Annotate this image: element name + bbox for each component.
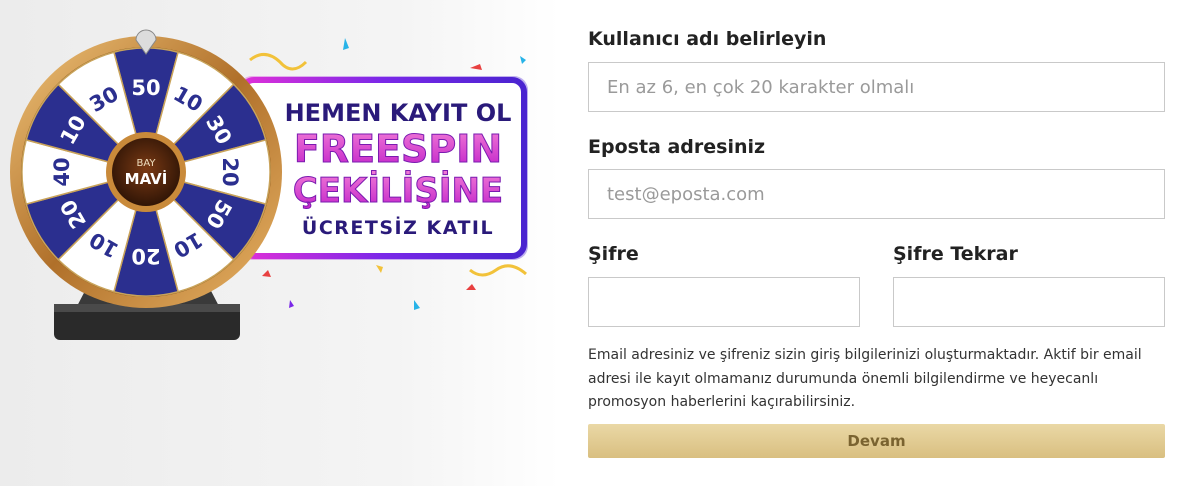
prize-wheel: 50 1030205010201020401030 BAY MAVİ bbox=[10, 29, 282, 308]
freespin-text: FREESPIN bbox=[294, 127, 502, 171]
wheel-value-label: 40 bbox=[50, 157, 74, 186]
katil-text: ÜCRETSİZ KATIL bbox=[302, 215, 494, 239]
password-confirm-input[interactable] bbox=[893, 277, 1165, 327]
username-input[interactable] bbox=[588, 62, 1165, 112]
brand-small: BAY bbox=[136, 158, 156, 169]
username-label: Kullanıcı adı belirleyin bbox=[588, 28, 827, 50]
headline-text: HEMEN KAYIT OL bbox=[285, 99, 512, 127]
email-input[interactable] bbox=[588, 169, 1165, 219]
password-input[interactable] bbox=[588, 277, 860, 327]
email-label: Eposta adresiniz bbox=[588, 136, 766, 158]
password-confirm-label: Şifre Tekrar bbox=[893, 243, 1018, 265]
brand-logo: MAVİ bbox=[125, 169, 168, 188]
cekilis-text: ÇEKİLİŞİNE bbox=[293, 170, 503, 211]
registration-form: Kullanıcı adı belirleyin Eposta adresini… bbox=[588, 0, 1165, 486]
info-notice: Email adresiniz ve şifreniz sizin giriş … bbox=[588, 347, 1142, 410]
promo-banner: HEMEN KAYIT OL FREESPIN ÇEKİLİŞİNE ÜCRET… bbox=[0, 0, 560, 486]
wheel-value-label: 50 bbox=[131, 76, 160, 100]
wheel-value-label: 20 bbox=[131, 244, 160, 268]
continue-button[interactable]: Devam bbox=[588, 424, 1165, 458]
password-label: Şifre bbox=[588, 243, 639, 265]
wheel-value-label: 20 bbox=[218, 157, 242, 186]
promo-graphic: HEMEN KAYIT OL FREESPIN ÇEKİLİŞİNE ÜCRET… bbox=[10, 29, 528, 340]
